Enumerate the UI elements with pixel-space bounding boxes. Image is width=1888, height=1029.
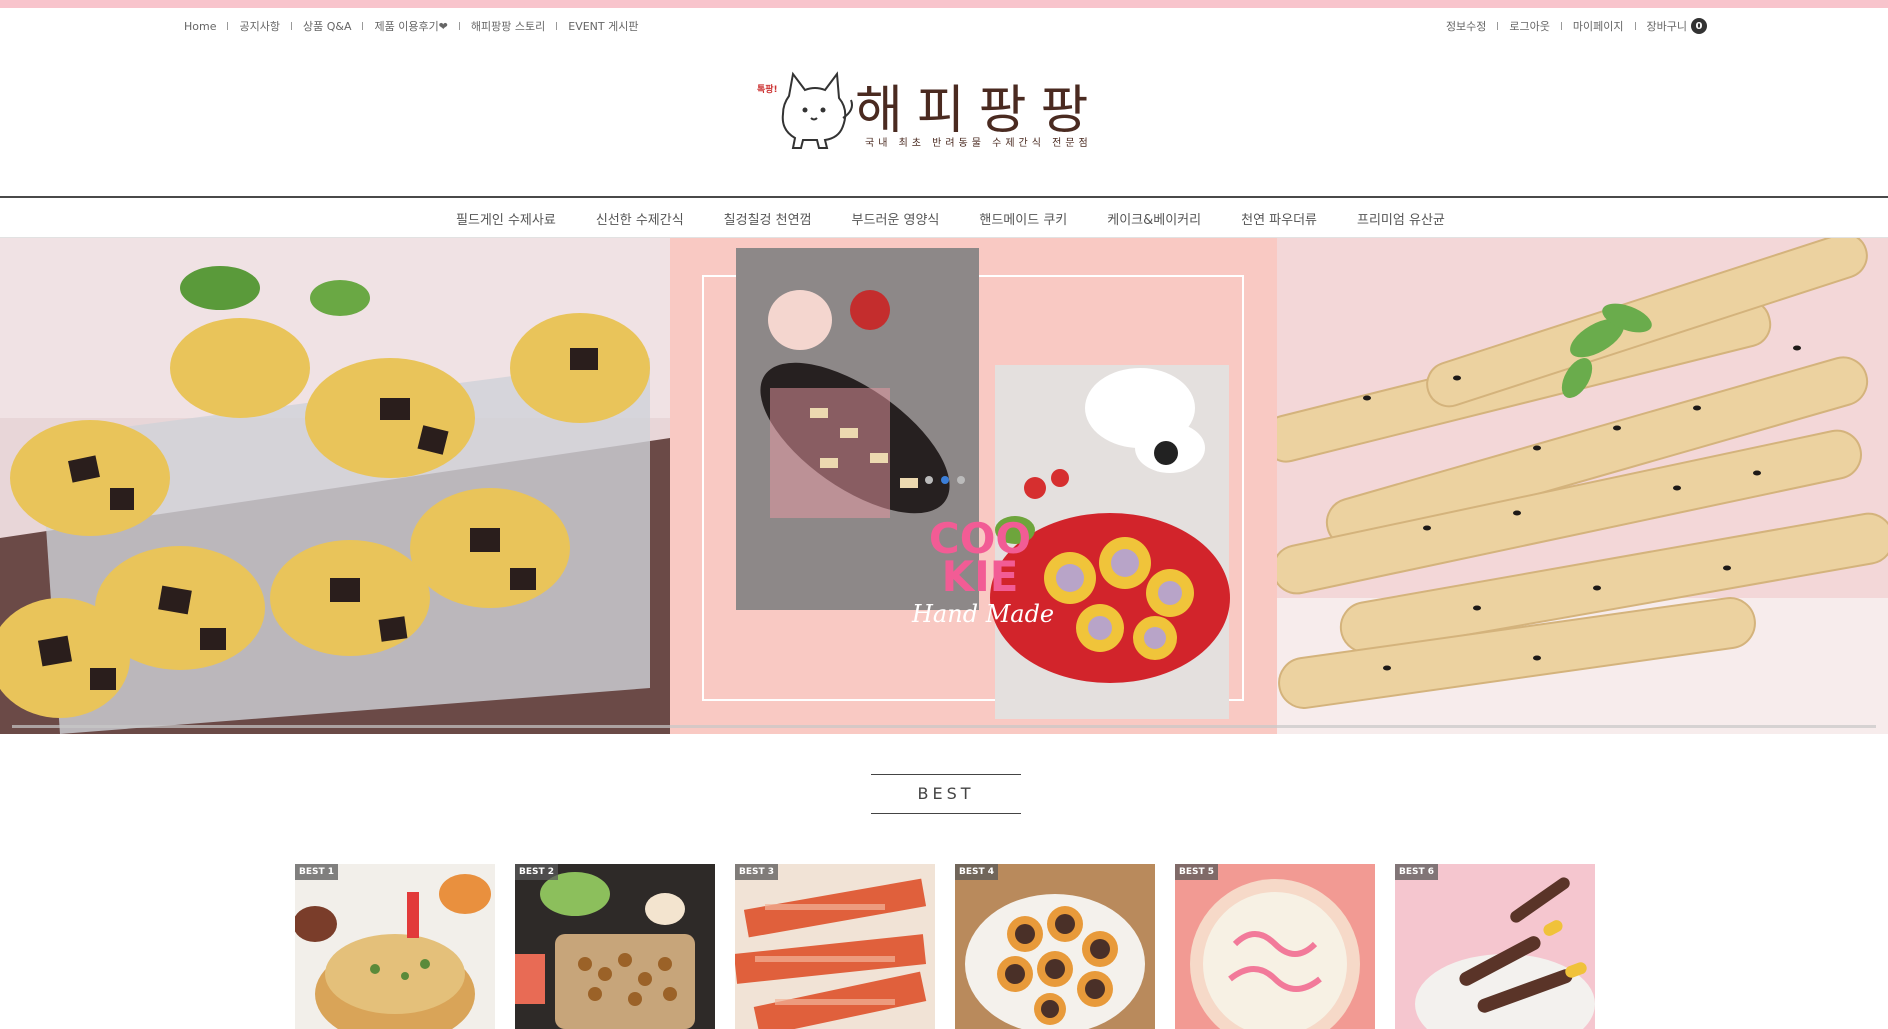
util-link-edit-info[interactable]: 정보수정: [1446, 18, 1486, 34]
nav-item-cake-bakery[interactable]: 케이크&베이커리: [1107, 209, 1201, 228]
product-image: [295, 864, 495, 1029]
hero-slider[interactable]: [0, 238, 1888, 734]
best-rank-badge: BEST 3: [735, 864, 779, 880]
best-section-title: BEST: [871, 774, 1021, 814]
cookie-line-2: KIE: [941, 552, 1019, 601]
utility-links-left: Home 공지사항 상품 Q&A 제품 이용후기❤ 해피팡팡 스토리 EVENT…: [184, 18, 638, 34]
util-link-cart[interactable]: 장바구니: [1647, 18, 1687, 34]
best-product-4[interactable]: BEST 4: [955, 864, 1155, 1029]
best-rank-badge: BEST 2: [515, 864, 559, 880]
logo-title: 해피팡팡: [855, 81, 1103, 141]
slide-image-handmade-cookie[interactable]: [670, 238, 1277, 734]
cart-count-badge[interactable]: 0: [1691, 18, 1707, 34]
cookie-tray-illustration: [0, 238, 670, 734]
main-navigation: 필드게인 수제사료 신선한 수제간식 칠겅칠겅 천연껌 부드러운 영양식 핸드메…: [0, 196, 1888, 238]
divider: [458, 22, 460, 30]
product-image: [735, 864, 935, 1029]
utility-bar: Home 공지사항 상품 Q&A 제품 이용후기❤ 해피팡팡 스토리 EVENT…: [0, 8, 1888, 44]
util-link-mypage[interactable]: 마이페이지: [1573, 18, 1624, 34]
util-link-reviews[interactable]: 제품 이용후기❤: [374, 18, 447, 34]
nav-item-chews[interactable]: 칠겅칠겅 천연껌: [724, 209, 812, 228]
util-link-event[interactable]: EVENT 게시판: [568, 18, 638, 34]
best-rank-badge: BEST 6: [1395, 864, 1439, 880]
best-product-1[interactable]: BEST 1: [295, 864, 495, 1029]
product-image: [1395, 864, 1595, 1029]
util-link-qna[interactable]: 상품 Q&A: [303, 18, 352, 34]
nav-item-powder[interactable]: 천연 파우더류: [1241, 209, 1317, 228]
slider-dot-3[interactable]: [957, 476, 965, 484]
slide-image-seaweed-cookies[interactable]: [0, 238, 670, 734]
nav-item-cookies[interactable]: 핸드메이드 쿠키: [979, 209, 1067, 228]
site-logo[interactable]: 톡팡! 해피팡팡 국내 최초 반려동물 수제간식 전문점: [755, 62, 1135, 158]
best-product-2[interactable]: BEST 2: [515, 864, 715, 1029]
dog-mascot-icon: [781, 71, 853, 149]
util-link-notice[interactable]: 공지사항: [239, 18, 279, 34]
divider: [556, 22, 558, 30]
best-product-3[interactable]: BEST 3: [735, 864, 935, 1029]
divider: [1560, 22, 1562, 30]
divider: [362, 22, 364, 30]
hero-handmade-caption: Hand Made: [912, 600, 1055, 628]
nav-item-soft-food[interactable]: 부드러운 영양식: [852, 209, 940, 228]
util-link-logout[interactable]: 로그아웃: [1509, 18, 1549, 34]
slider-dot-1[interactable]: [925, 476, 933, 484]
best-rank-badge: BEST 5: [1175, 864, 1219, 880]
best-rank-badge: BEST 4: [955, 864, 999, 880]
util-link-home[interactable]: Home: [184, 20, 216, 33]
divider: [290, 22, 292, 30]
best-product-list: BEST 1 BEST 2 BEST 3 BEST 4 BEST 5 BEST …: [295, 864, 1615, 1029]
slide-image-sesame-sticks[interactable]: [1277, 238, 1888, 734]
sesame-sticks-illustration: [1277, 238, 1888, 734]
logo-subtitle: 국내 최초 반려동물 수제간식 전문점: [865, 138, 1092, 149]
divider: [227, 22, 229, 30]
nav-item-feed[interactable]: 필드게인 수제사료: [456, 209, 556, 228]
product-image: [955, 864, 1155, 1029]
best-product-6[interactable]: BEST 6: [1395, 864, 1595, 1029]
util-link-story[interactable]: 해피팡팡 스토리: [471, 18, 545, 34]
hero-cookie-headline: COO KIE: [920, 518, 1040, 601]
nav-item-fresh-snacks[interactable]: 신선한 수제간식: [596, 209, 684, 228]
slider-pagination: [925, 476, 973, 484]
product-image: [515, 864, 715, 1029]
nav-item-probiotics[interactable]: 프리미엄 유산균: [1357, 209, 1445, 228]
cookie-promo-illustration: [702, 248, 1244, 719]
top-accent-strip: [0, 0, 1888, 8]
divider: [1634, 22, 1636, 30]
utility-links-right: 정보수정 로그아웃 마이페이지 장바구니 0: [1446, 18, 1707, 34]
best-product-5[interactable]: BEST 5: [1175, 864, 1375, 1029]
product-image: [1175, 864, 1375, 1029]
slider-dot-2[interactable]: [941, 476, 949, 484]
hero-progress-rail: [12, 725, 1876, 728]
best-rank-badge: BEST 1: [295, 864, 339, 880]
divider: [1497, 22, 1499, 30]
